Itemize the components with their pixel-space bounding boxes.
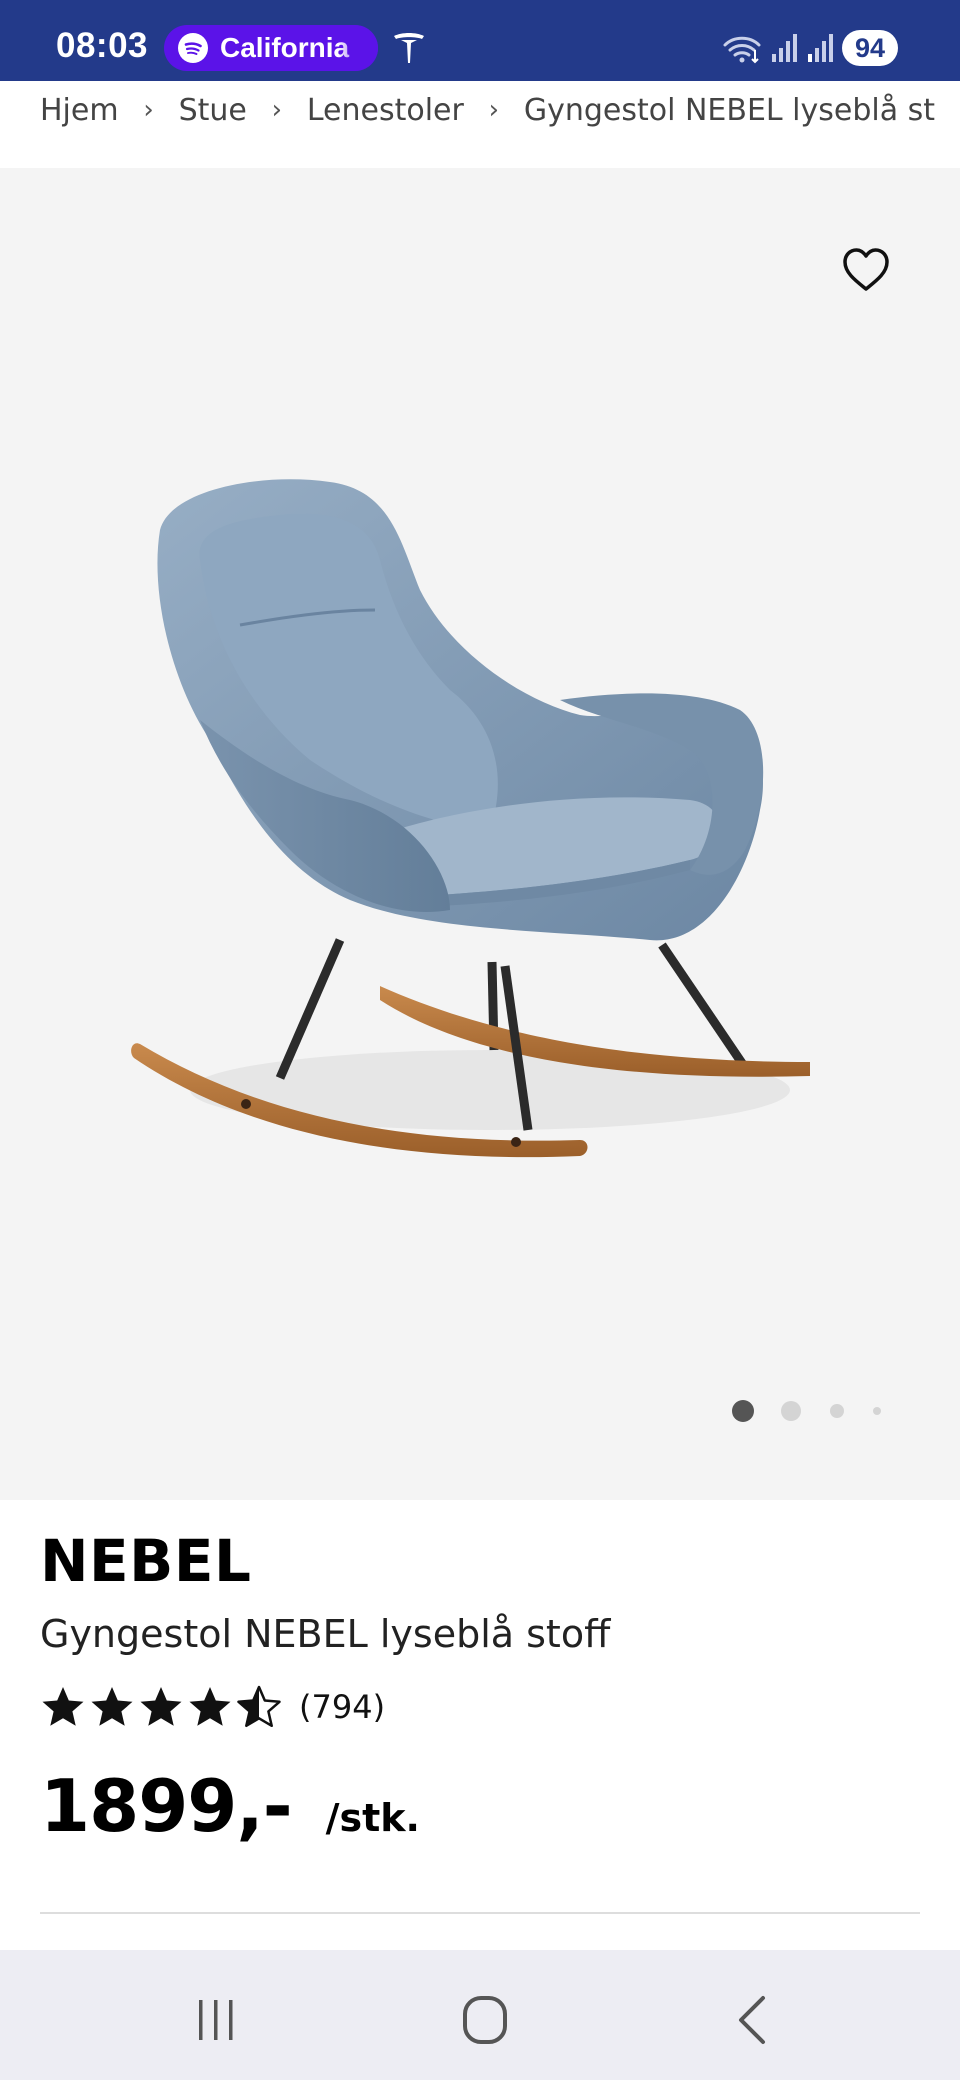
rating-stars [40,1684,285,1730]
breadcrumb: Hjem › Stue › Lenestoler › Gyngestol NEB… [40,88,960,132]
gallery-dot[interactable] [873,1407,881,1415]
star-half-icon [237,1685,281,1728]
price-unit: /stk. [325,1796,420,1840]
breadcrumb-item-current: Gyngestol NEBEL lyseblå st [523,92,936,128]
breadcrumb-item-hjem[interactable]: Hjem [40,93,119,128]
tesla-icon [394,33,424,63]
pill-fade [338,25,378,71]
product-rating[interactable]: (794) [40,1682,385,1732]
product-brand: NEBEL [40,1527,252,1595]
star-full-icon [140,1687,182,1726]
battery-level: 94 [842,30,898,66]
breadcrumb-separator: › [143,95,154,125]
spotify-track-label: California [220,32,350,63]
product-image-rocking-chair [131,479,810,1158]
recent-apps-icon[interactable] [186,1990,246,2050]
divider [40,1912,920,1914]
gallery-dot[interactable] [830,1404,844,1418]
status-bar: 08:03 California 94 [0,0,960,81]
breadcrumb-item-lenestoler[interactable]: Lenestoler [307,93,464,128]
spotify-icon [178,33,208,63]
breadcrumb-separator: › [271,95,283,125]
signal-icon [772,34,797,62]
product-name: Gyngestol NEBEL lyseblå stoff [40,1612,611,1656]
spotify-now-playing-pill[interactable]: California [164,25,378,71]
gallery-dot[interactable] [781,1401,801,1421]
wifi-5g-icon [723,36,761,64]
system-navigation-bar [0,1950,960,2080]
breadcrumb-separator: › [488,95,500,125]
product-price: 1899,- [40,1764,293,1848]
back-icon[interactable] [725,1990,785,2050]
status-time: 08:03 [56,26,149,65]
star-full-icon [189,1687,231,1726]
price-row: 1899,- /stk. [40,1764,420,1848]
review-count[interactable]: (794) [299,1688,385,1726]
star-full-icon [42,1687,84,1726]
gallery-pagination [730,1398,890,1422]
gallery-dot-active[interactable] [732,1400,754,1422]
heart-outline-icon[interactable] [840,244,892,296]
breadcrumb-item-stue[interactable]: Stue [179,93,247,128]
signal-icon [808,34,833,62]
home-icon[interactable] [455,1990,515,2050]
star-full-icon [91,1687,133,1726]
